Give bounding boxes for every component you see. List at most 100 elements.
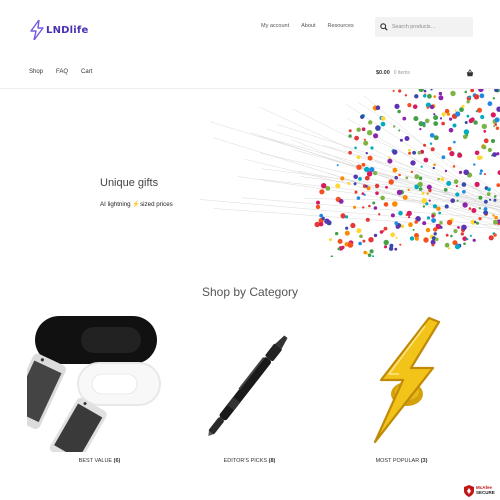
burst-dot <box>348 150 352 155</box>
burst-dot <box>438 211 442 215</box>
burst-dot <box>478 207 481 210</box>
nav-faq[interactable]: FAQ <box>56 69 68 75</box>
burst-dot <box>414 220 419 224</box>
burst-dot <box>447 146 452 151</box>
badge-line-2: SECURE <box>476 490 495 495</box>
burst-dot <box>449 151 455 157</box>
burst-dot <box>366 171 373 177</box>
search-box <box>375 17 473 37</box>
burst-dot <box>316 200 320 205</box>
about-link[interactable]: About <box>301 23 315 29</box>
burst-dot <box>398 89 402 93</box>
category-image[interactable] <box>177 312 322 452</box>
burst-dot <box>492 152 497 157</box>
burst-dot <box>375 105 381 110</box>
burst-line <box>214 208 500 229</box>
burst-dot <box>449 117 453 121</box>
burst-dot <box>484 199 488 204</box>
tactical-pen-image <box>208 335 288 437</box>
burst-dot <box>374 183 380 189</box>
burst-dot <box>356 164 362 170</box>
burst-dot <box>324 218 330 224</box>
category-editors-picks[interactable]: EDITOR'S PICKS (8) <box>177 312 322 464</box>
burst-dot <box>471 208 477 213</box>
burst-dot <box>404 136 410 141</box>
categories-heading: Shop by Category <box>201 285 299 299</box>
burst-dot <box>335 231 339 236</box>
burst-dot <box>474 150 480 156</box>
category-image[interactable] <box>27 312 172 452</box>
burst-dot <box>340 176 345 181</box>
burst-dot <box>367 253 372 257</box>
burst-dot <box>478 89 484 93</box>
burst-dot <box>479 169 483 173</box>
burst-dot <box>461 224 467 231</box>
category-label[interactable]: MOST POPULAR (3) <box>329 458 474 464</box>
burst-dot <box>375 125 381 131</box>
category-label[interactable]: BEST VALUE (6) <box>27 458 172 464</box>
secondary-nav: My account About Resources <box>261 23 354 29</box>
burst-dot <box>453 179 459 184</box>
burst-dot <box>364 175 370 181</box>
burst-dot <box>337 238 343 244</box>
burst-dot <box>410 160 416 166</box>
burst-dot <box>429 142 433 145</box>
burst-dot <box>344 230 350 236</box>
burst-dot <box>433 95 437 98</box>
category-best-value[interactable]: BEST VALUE (6) <box>27 312 172 464</box>
burst-dot <box>408 222 413 227</box>
burst-dot <box>412 104 418 109</box>
burst-dot <box>466 238 469 241</box>
category-label[interactable]: EDITOR'S PICKS (8) <box>177 458 322 464</box>
burst-dot <box>394 103 400 109</box>
burst-dot <box>446 112 450 116</box>
site-logo[interactable]: LNDlife <box>30 20 88 40</box>
mcafee-secure-badge[interactable]: McAfee SECURE <box>464 484 498 498</box>
resources-link[interactable]: Resources <box>328 23 354 29</box>
burst-dot <box>385 185 388 189</box>
my-account-link[interactable]: My account <box>261 23 289 29</box>
burst-dot <box>432 166 435 170</box>
burst-dot <box>394 247 398 251</box>
search-input[interactable] <box>392 24 472 30</box>
nav-cart[interactable]: Cart <box>81 69 92 75</box>
burst-dot <box>365 185 368 188</box>
burst-dot <box>434 237 439 242</box>
burst-dot <box>463 129 470 135</box>
burst-dot <box>462 190 466 194</box>
burst-dot <box>414 94 419 99</box>
category-image[interactable] <box>329 312 474 452</box>
burst-dot <box>453 229 458 234</box>
burst-dot <box>493 198 497 202</box>
burst-dot <box>383 226 388 231</box>
burst-dot <box>462 134 468 140</box>
burst-dot <box>404 94 408 97</box>
nav-shop[interactable]: Shop <box>29 69 43 75</box>
burst-dot <box>426 192 429 195</box>
burst-dot <box>359 234 363 239</box>
search-icon[interactable] <box>380 23 388 31</box>
burst-dot <box>402 195 408 200</box>
burst-dot <box>461 104 465 108</box>
burst-dot <box>493 233 497 237</box>
category-name: BEST VALUE <box>78 458 113 464</box>
category-most-popular[interactable]: MOST POPULAR (3) <box>329 312 474 464</box>
burst-dot <box>483 138 489 144</box>
burst-dot <box>431 214 435 218</box>
burst-dot <box>494 123 498 126</box>
burst-dot <box>379 230 384 234</box>
burst-dot <box>345 226 349 230</box>
burst-dot <box>395 236 398 239</box>
burst-dot <box>444 169 448 173</box>
basket-icon[interactable] <box>466 69 474 77</box>
burst-dot <box>397 109 401 114</box>
burst-dot <box>494 215 498 220</box>
burst-dot <box>488 235 494 241</box>
burst-dot <box>378 213 381 216</box>
burst-dot <box>437 177 440 181</box>
header-cart[interactable]: $0.00 0 items <box>376 69 474 77</box>
burst-dot <box>423 237 429 243</box>
burst-dot <box>372 255 374 257</box>
burst-dot <box>490 112 496 118</box>
burst-dot <box>450 234 453 238</box>
